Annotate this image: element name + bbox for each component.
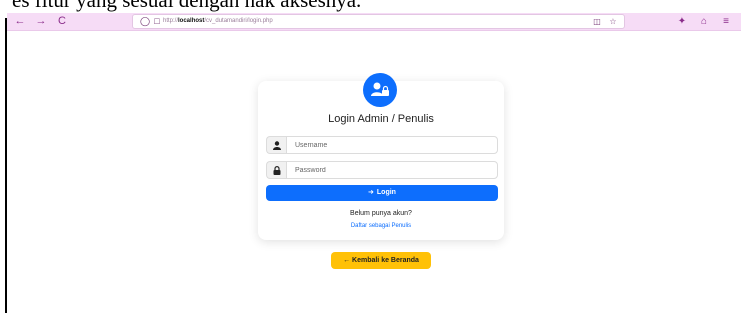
menu-icon[interactable]: ≡	[719, 13, 733, 30]
page-icon[interactable]: □	[151, 15, 163, 28]
forward-icon[interactable]: →	[34, 13, 48, 30]
browser-toolbar: ← → C ◯ □ http://localhost/cv_dutamandir…	[7, 13, 741, 31]
extension-icon[interactable]: ✦	[675, 13, 689, 30]
url-text[interactable]: http://localhost/cv_dutamandiri/login.ph…	[163, 15, 273, 28]
user-lock-icon	[363, 73, 397, 107]
back-icon[interactable]: ←	[13, 13, 27, 30]
password-field	[266, 161, 498, 179]
login-button-label: Login	[376, 189, 396, 196]
user-icon	[266, 136, 286, 154]
username-input[interactable]	[286, 136, 498, 154]
url-prefix: http://	[163, 18, 179, 24]
back-to-home-button[interactable]: ← Kembali ke Beranda	[331, 252, 431, 269]
login-title: Login Admin / Penulis	[328, 113, 434, 125]
lock-icon	[266, 161, 286, 179]
back-button-label: Kembali ke Beranda	[352, 257, 419, 264]
account-icon[interactable]: ⌂	[697, 13, 711, 30]
arrow-left-icon: ←	[343, 257, 351, 264]
reader-view-icon[interactable]: ◫	[591, 15, 603, 28]
page-content: Login Admin / Penulis ➜Login Belum	[7, 31, 741, 313]
no-account-text: Belum punya akun?	[350, 210, 412, 217]
address-bar[interactable]: ◯ □ http://localhost/cv_dutamandiri/logi…	[132, 14, 625, 29]
register-link[interactable]: Daftar sebagai Penulis	[258, 223, 504, 229]
password-input[interactable]	[286, 161, 498, 179]
sign-in-icon: ➜	[368, 189, 374, 196]
username-field	[266, 136, 498, 154]
login-button[interactable]: ➜ Login	[266, 185, 498, 201]
shield-icon[interactable]: ◯	[139, 15, 151, 28]
document-snippet: es fitur yang sesuai dengan hak aksesnya…	[12, 0, 362, 12]
reload-icon[interactable]: C	[55, 13, 69, 30]
url-path: /cv_dutamandiri/login.php	[204, 18, 273, 24]
star-icon[interactable]: ☆	[607, 15, 619, 28]
url-host: localhost	[178, 18, 205, 24]
